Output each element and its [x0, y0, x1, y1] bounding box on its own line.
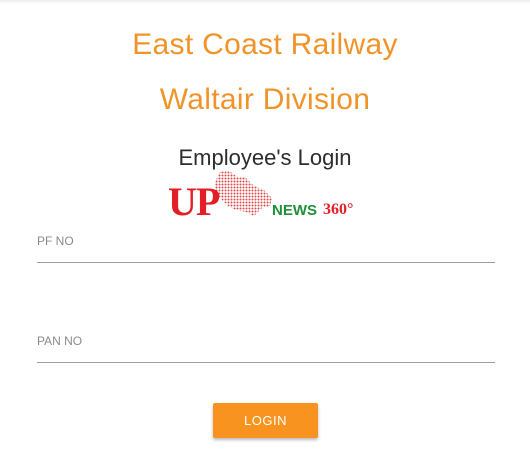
pan-no-field[interactable]: PAN NO — [37, 332, 495, 363]
login-button[interactable]: LOGIN — [213, 403, 318, 438]
pan-no-input[interactable] — [37, 332, 495, 362]
pf-no-input[interactable] — [37, 232, 495, 262]
pf-no-field[interactable]: PF NO — [37, 232, 495, 263]
watermark-logo: UP NEWS 360° — [168, 168, 368, 226]
logo-up-text: UP — [168, 179, 220, 224]
page-subtitle-division: Waltair Division — [159, 83, 371, 116]
logo-360-text: 360° — [323, 201, 354, 218]
top-shadow — [0, 0, 530, 4]
logo-news-text: NEWS — [272, 202, 317, 219]
page-title: East Coast Railway — [132, 28, 398, 61]
